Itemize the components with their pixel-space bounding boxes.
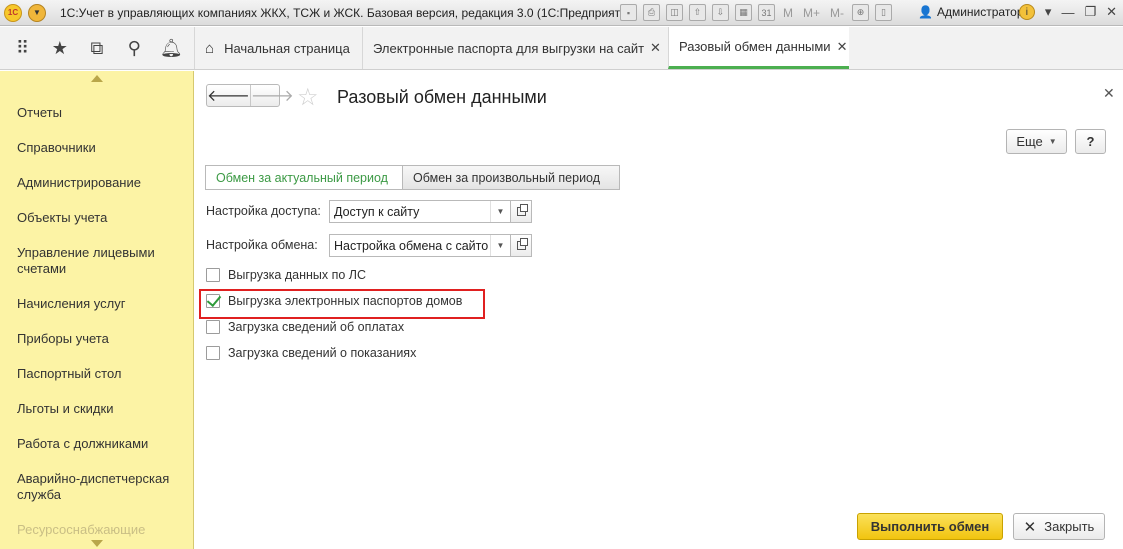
print-icon[interactable]: ⎙ xyxy=(643,4,660,21)
window-title: 1С:Учет в управляющих компаниях ЖКХ, ТСЖ… xyxy=(60,5,638,20)
sections-sidebar: Отчеты Справочники Администрирование Объ… xyxy=(0,71,194,549)
user-icon: 👤 xyxy=(918,5,933,19)
close-label: Закрыть xyxy=(1044,519,1095,534)
user-name: Администратор xyxy=(936,5,1024,19)
nav-icons: ⠿ ★ ⧉ ⚲ 🔔︎ xyxy=(0,27,194,69)
sidebar-item-emergency-service[interactable]: Аварийно-диспетчерская служба xyxy=(17,471,187,503)
download-icon[interactable]: ⇩ xyxy=(712,4,729,21)
checkbox-label: Выгрузка данных по ЛС xyxy=(228,268,367,282)
bell-icon[interactable]: 🔔︎ xyxy=(156,38,186,59)
tab-label: Разовый обмен данными xyxy=(679,39,831,54)
open-exchange-settings-button[interactable] xyxy=(511,234,532,257)
memory-minus-button[interactable]: M- xyxy=(828,6,846,20)
chevron-down-icon[interactable]: ▾ xyxy=(1045,4,1052,20)
sidebar-item-benefits[interactable]: Льготы и скидки xyxy=(17,401,187,417)
info-icon[interactable]: i xyxy=(1018,4,1035,20)
window-titlebar: 1С ▼ 1С:Учет в управляющих компаниях ЖКХ… xyxy=(0,0,1123,26)
dropdown-arrow-icon[interactable]: ▼ xyxy=(490,201,510,222)
favorites-star-icon[interactable]: ★ xyxy=(45,38,75,59)
tab-data-exchange[interactable]: Разовый обмен данными ✕ xyxy=(668,27,849,69)
tab-actual-period[interactable]: Обмен за актуальный период xyxy=(205,165,402,190)
tab-home[interactable]: ⌂ Начальная страница xyxy=(194,27,362,69)
sidebar-item-personal-accounts[interactable]: Управление лицевыми счетами xyxy=(17,245,187,277)
checkbox-export-accounts[interactable]: Выгрузка данных по ЛС xyxy=(206,268,366,282)
sidebar-item-service-charges[interactable]: Начисления услуг xyxy=(17,296,187,312)
app-logo-icon: 1С xyxy=(4,3,22,22)
search-icon[interactable]: ⚲ xyxy=(119,38,149,59)
sidebar-item-administration[interactable]: Администрирование xyxy=(17,175,187,191)
memory-plus-button[interactable]: M+ xyxy=(801,6,822,20)
checkbox-label: Загрузка сведений об оплатах xyxy=(228,320,405,334)
preview-icon[interactable]: ◫ xyxy=(666,4,683,21)
checkbox-label: Загрузка сведений о показаниях xyxy=(228,346,417,360)
access-settings-label: Настройка доступа: xyxy=(206,204,321,218)
checkbox-export-passports[interactable]: Выгрузка электронных паспортов домов xyxy=(206,294,462,308)
window-toolbar: ▪ ⎙ ◫ ⇧ ⇩ ▦ 31 M M+ M- ⊕ ▯ xyxy=(620,4,893,21)
checkbox-label: Выгрузка электронных паспортов домов xyxy=(228,294,463,308)
tab-custom-period[interactable]: Обмен за произвольный период xyxy=(402,165,620,190)
exchange-settings-label: Настройка обмена: xyxy=(206,238,318,252)
exchange-settings-field[interactable]: Настройка обмена с сайто ▼ xyxy=(329,234,511,257)
open-icon xyxy=(516,238,528,250)
scroll-down-arrow-icon[interactable] xyxy=(91,540,103,547)
sidebar-item-meters[interactable]: Приборы учета xyxy=(17,331,187,347)
checkbox-checked[interactable] xyxy=(206,294,220,308)
back-arrow-icon[interactable]: 🡐 xyxy=(207,85,250,106)
more-label: Еще xyxy=(1016,134,1043,149)
sidebar-item-reports[interactable]: Отчеты xyxy=(17,105,187,121)
close-button[interactable]: ✕ Закрыть xyxy=(1013,513,1105,540)
calculator-icon[interactable]: ▦ xyxy=(735,4,752,21)
upload-icon[interactable]: ⇧ xyxy=(689,4,706,21)
tab-close-icon[interactable]: ✕ xyxy=(650,40,661,56)
form-close-icon[interactable]: ✕ xyxy=(1103,85,1115,102)
home-icon: ⌂ xyxy=(205,39,215,57)
tab-electronic-passports[interactable]: Электронные паспорта для выгрузки на сай… xyxy=(362,27,668,69)
exchange-settings-value: Настройка обмена с сайто xyxy=(334,238,489,253)
open-icon xyxy=(516,204,528,216)
access-settings-field[interactable]: Доступ к сайту ▼ xyxy=(329,200,511,223)
form-area: 🡐 🡒 ☆ Разовый обмен данными ✕ Еще ▼ ? Об… xyxy=(195,71,1123,549)
close-icon[interactable]: ✕ xyxy=(1106,4,1117,20)
panel-icon[interactable]: ▯ xyxy=(875,4,893,21)
main-menu-button[interactable]: ▼ xyxy=(28,3,46,22)
memory-button[interactable]: M xyxy=(781,6,795,20)
help-button[interactable]: ? xyxy=(1075,129,1106,154)
checkbox[interactable] xyxy=(206,346,220,360)
checkbox[interactable] xyxy=(206,268,220,282)
checkbox-import-readings[interactable]: Загрузка сведений о показаниях xyxy=(206,346,416,360)
scroll-up-arrow-icon[interactable] xyxy=(91,75,103,82)
zoom-icon[interactable]: ⊕ xyxy=(852,4,870,21)
tab-label: Электронные паспорта для выгрузки на сай… xyxy=(373,40,645,56)
current-user[interactable]: 👤 Администратор xyxy=(918,5,1024,19)
close-icon: ✕ xyxy=(1023,518,1037,536)
sidebar-item-accounting-objects[interactable]: Объекты учета xyxy=(17,210,187,226)
calendar-icon[interactable]: 31 xyxy=(758,4,775,21)
caret-down-icon: ▼ xyxy=(1048,137,1057,146)
tab-label: Начальная страница xyxy=(224,40,350,56)
access-settings-value: Доступ к сайту xyxy=(334,204,420,219)
period-switch: Обмен за актуальный период Обмен за прои… xyxy=(205,165,620,190)
history-nav: 🡐 🡒 xyxy=(206,84,294,107)
sidebar-item-catalogs[interactable]: Справочники xyxy=(17,140,187,156)
sidebar-item-passport-office[interactable]: Паспортный стол xyxy=(17,366,187,382)
more-button[interactable]: Еще ▼ xyxy=(1006,129,1067,154)
save-icon[interactable]: ▪ xyxy=(620,4,637,21)
sidebar-item-resource-supply[interactable]: Ресурсоснабжающие xyxy=(17,522,187,538)
sidebar-item-debtors[interactable]: Работа с должниками xyxy=(17,436,187,452)
checkbox[interactable] xyxy=(206,320,220,334)
page-title: Разовый обмен данными xyxy=(337,87,547,107)
minimize-icon[interactable]: — xyxy=(1061,5,1074,20)
window-controls: i ▾ — ❐ ✕ xyxy=(1018,4,1117,20)
restore-icon[interactable]: ❐ xyxy=(1084,4,1096,20)
checkbox-import-payments[interactable]: Загрузка сведений об оплатах xyxy=(206,320,404,334)
favorite-star-icon[interactable]: ☆ xyxy=(297,83,319,112)
dropdown-arrow-icon[interactable]: ▼ xyxy=(490,235,510,256)
open-access-settings-button[interactable] xyxy=(511,200,532,223)
history-icon[interactable]: ⧉ xyxy=(82,38,112,59)
apps-grid-icon[interactable]: ⠿ xyxy=(8,38,38,59)
tabs-bar: ⠿ ★ ⧉ ⚲ 🔔︎ ⌂ Начальная страница Электрон… xyxy=(0,27,1123,70)
tab-close-icon[interactable]: ✕ xyxy=(837,39,848,55)
run-exchange-button[interactable]: Выполнить обмен xyxy=(857,513,1003,540)
forward-arrow-icon[interactable]: 🡒 xyxy=(249,85,294,106)
